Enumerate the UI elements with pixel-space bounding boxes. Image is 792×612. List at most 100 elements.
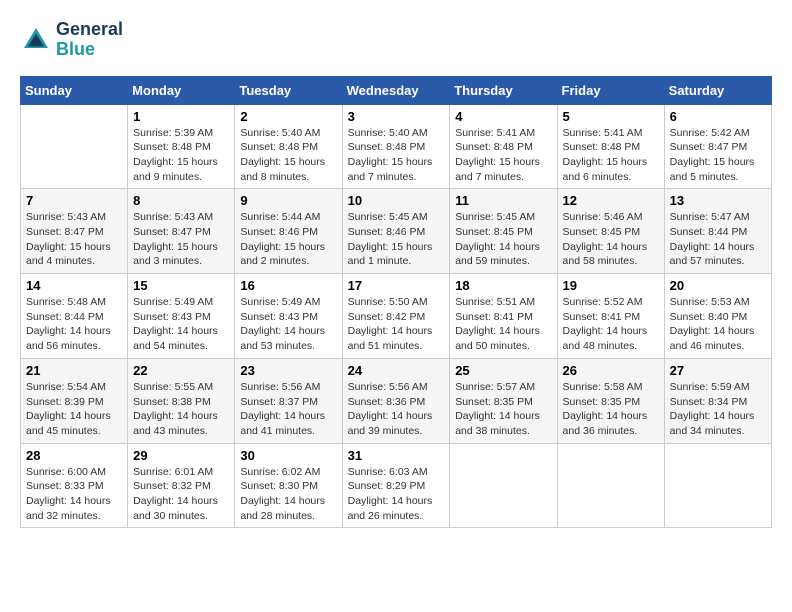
day-number: 24 bbox=[348, 363, 445, 378]
day-number: 27 bbox=[670, 363, 766, 378]
day-cell: 1Sunrise: 5:39 AM Sunset: 8:48 PM Daylig… bbox=[128, 104, 235, 189]
day-info: Sunrise: 5:42 AM Sunset: 8:47 PM Dayligh… bbox=[670, 126, 766, 185]
logo: General Blue bbox=[20, 20, 123, 60]
day-number: 16 bbox=[240, 278, 336, 293]
day-cell: 16 Sunrise: 5:49 AM Sunset: 8:43 PM Dayli… bbox=[235, 274, 342, 359]
day-number: 29 bbox=[133, 448, 229, 463]
day-cell bbox=[450, 443, 557, 528]
day-cell: 8 Sunrise: 5:43 AM Sunset: 8:47 PM Daylig… bbox=[128, 189, 235, 274]
day-number: 10 bbox=[348, 193, 445, 208]
day-cell: 18 Sunrise: 5:51 AM Sunset: 8:41 PM Dayli… bbox=[450, 274, 557, 359]
day-info: Sunrise: 5:54 AM Sunset: 8:39 PM Dayligh… bbox=[26, 380, 122, 439]
day-info: Sunrise: 5:50 AM Sunset: 8:42 PM Dayligh… bbox=[348, 295, 445, 354]
day-info: Sunrise: 5:59 AM Sunset: 8:34 PM Dayligh… bbox=[670, 380, 766, 439]
day-number: 25 bbox=[455, 363, 551, 378]
day-cell: 17Sunrise: 5:50 AM Sunset: 8:42 PM Dayli… bbox=[342, 274, 450, 359]
day-info: Sunrise: 5:53 AM Sunset: 8:40 PM Dayligh… bbox=[670, 295, 766, 354]
day-number: 13 bbox=[670, 193, 766, 208]
day-number: 4 bbox=[455, 109, 551, 124]
day-number: 18 bbox=[455, 278, 551, 293]
day-number: 11 bbox=[455, 193, 551, 208]
day-number: 23 bbox=[240, 363, 336, 378]
day-number: 6 bbox=[670, 109, 766, 124]
day-cell: 29 Sunrise: 6:01 AM Sunset: 8:32 PM Dayli… bbox=[128, 443, 235, 528]
day-cell: 11 Sunrise: 5:45 AM Sunset: 8:45 PM Dayli… bbox=[450, 189, 557, 274]
day-cell: 13 Sunrise: 5:47 AM Sunset: 8:44 PM Dayli… bbox=[664, 189, 771, 274]
page-header: General Blue bbox=[20, 20, 772, 60]
logo-text: General Blue bbox=[56, 20, 123, 60]
day-cell: 25 Sunrise: 5:57 AM Sunset: 8:35 PM Dayli… bbox=[450, 358, 557, 443]
day-info: Sunrise: 5:41 AM Sunset: 8:48 PM Dayligh… bbox=[455, 126, 551, 185]
day-info: Sunrise: 5:56 AM Sunset: 8:36 PM Dayligh… bbox=[348, 380, 445, 439]
week-row-4: 21 Sunrise: 5:54 AM Sunset: 8:39 PM Dayli… bbox=[21, 358, 772, 443]
day-info: Sunrise: 5:57 AM Sunset: 8:35 PM Dayligh… bbox=[455, 380, 551, 439]
day-info: Sunrise: 5:46 AM Sunset: 8:45 PM Dayligh… bbox=[563, 210, 659, 269]
day-number: 22 bbox=[133, 363, 229, 378]
day-info: Sunrise: 5:58 AM Sunset: 8:35 PM Dayligh… bbox=[563, 380, 659, 439]
day-cell: 4 Sunrise: 5:41 AM Sunset: 8:48 PM Daylig… bbox=[450, 104, 557, 189]
day-info: Sunrise: 5:44 AM Sunset: 8:46 PM Dayligh… bbox=[240, 210, 336, 269]
day-cell: 30 Sunrise: 6:02 AM Sunset: 8:30 PM Dayli… bbox=[235, 443, 342, 528]
day-cell: 6 Sunrise: 5:42 AM Sunset: 8:47 PM Daylig… bbox=[664, 104, 771, 189]
weekday-header-saturday: Saturday bbox=[664, 76, 771, 104]
weekday-header-row: SundayMondayTuesdayWednesdayThursdayFrid… bbox=[21, 76, 772, 104]
weekday-header-wednesday: Wednesday bbox=[342, 76, 450, 104]
day-info: Sunrise: 5:43 AM Sunset: 8:47 PM Dayligh… bbox=[133, 210, 229, 269]
day-info: Sunrise: 5:56 AM Sunset: 8:37 PM Dayligh… bbox=[240, 380, 336, 439]
day-cell: 27 Sunrise: 5:59 AM Sunset: 8:34 PM Dayli… bbox=[664, 358, 771, 443]
day-info: Sunrise: 5:49 AM Sunset: 8:43 PM Dayligh… bbox=[133, 295, 229, 354]
day-info: Sunrise: 5:47 AM Sunset: 8:44 PM Dayligh… bbox=[670, 210, 766, 269]
week-row-1: 1Sunrise: 5:39 AM Sunset: 8:48 PM Daylig… bbox=[21, 104, 772, 189]
day-info: Sunrise: 6:02 AM Sunset: 8:30 PM Dayligh… bbox=[240, 465, 336, 524]
day-number: 30 bbox=[240, 448, 336, 463]
weekday-header-monday: Monday bbox=[128, 76, 235, 104]
day-number: 3 bbox=[348, 109, 445, 124]
day-info: Sunrise: 5:43 AM Sunset: 8:47 PM Dayligh… bbox=[26, 210, 122, 269]
weekday-header-friday: Friday bbox=[557, 76, 664, 104]
weekday-header-sunday: Sunday bbox=[21, 76, 128, 104]
day-info: Sunrise: 5:39 AM Sunset: 8:48 PM Dayligh… bbox=[133, 126, 229, 185]
day-cell bbox=[21, 104, 128, 189]
day-cell: 22 Sunrise: 5:55 AM Sunset: 8:38 PM Dayli… bbox=[128, 358, 235, 443]
day-cell bbox=[557, 443, 664, 528]
day-info: Sunrise: 5:48 AM Sunset: 8:44 PM Dayligh… bbox=[26, 295, 122, 354]
day-cell: 23 Sunrise: 5:56 AM Sunset: 8:37 PM Dayli… bbox=[235, 358, 342, 443]
day-cell: 7Sunrise: 5:43 AM Sunset: 8:47 PM Daylig… bbox=[21, 189, 128, 274]
day-cell: 19Sunrise: 5:52 AM Sunset: 8:41 PM Dayli… bbox=[557, 274, 664, 359]
day-number: 31 bbox=[348, 448, 445, 463]
day-info: Sunrise: 5:45 AM Sunset: 8:46 PM Dayligh… bbox=[348, 210, 445, 269]
day-cell: 15Sunrise: 5:49 AM Sunset: 8:43 PM Dayli… bbox=[128, 274, 235, 359]
day-info: Sunrise: 5:55 AM Sunset: 8:38 PM Dayligh… bbox=[133, 380, 229, 439]
day-info: Sunrise: 6:03 AM Sunset: 8:29 PM Dayligh… bbox=[348, 465, 445, 524]
day-number: 21 bbox=[26, 363, 122, 378]
day-cell: 26 Sunrise: 5:58 AM Sunset: 8:35 PM Dayli… bbox=[557, 358, 664, 443]
day-number: 20 bbox=[670, 278, 766, 293]
day-cell: 9Sunrise: 5:44 AM Sunset: 8:46 PM Daylig… bbox=[235, 189, 342, 274]
day-cell: 14 Sunrise: 5:48 AM Sunset: 8:44 PM Dayli… bbox=[21, 274, 128, 359]
weekday-header-thursday: Thursday bbox=[450, 76, 557, 104]
day-info: Sunrise: 5:49 AM Sunset: 8:43 PM Dayligh… bbox=[240, 295, 336, 354]
day-info: Sunrise: 6:01 AM Sunset: 8:32 PM Dayligh… bbox=[133, 465, 229, 524]
day-cell: 3 Sunrise: 5:40 AM Sunset: 8:48 PM Daylig… bbox=[342, 104, 450, 189]
day-cell: 21 Sunrise: 5:54 AM Sunset: 8:39 PM Dayli… bbox=[21, 358, 128, 443]
day-info: Sunrise: 5:51 AM Sunset: 8:41 PM Dayligh… bbox=[455, 295, 551, 354]
day-info: Sunrise: 6:00 AM Sunset: 8:33 PM Dayligh… bbox=[26, 465, 122, 524]
day-number: 19 bbox=[563, 278, 659, 293]
day-info: Sunrise: 5:40 AM Sunset: 8:48 PM Dayligh… bbox=[240, 126, 336, 185]
day-number: 14 bbox=[26, 278, 122, 293]
day-cell: 24 Sunrise: 5:56 AM Sunset: 8:36 PM Dayli… bbox=[342, 358, 450, 443]
day-number: 28 bbox=[26, 448, 122, 463]
day-number: 8 bbox=[133, 193, 229, 208]
week-row-5: 28 Sunrise: 6:00 AM Sunset: 8:33 PM Dayli… bbox=[21, 443, 772, 528]
weekday-header-tuesday: Tuesday bbox=[235, 76, 342, 104]
day-info: Sunrise: 5:40 AM Sunset: 8:48 PM Dayligh… bbox=[348, 126, 445, 185]
day-cell: 12Sunrise: 5:46 AM Sunset: 8:45 PM Dayli… bbox=[557, 189, 664, 274]
day-info: Sunrise: 5:45 AM Sunset: 8:45 PM Dayligh… bbox=[455, 210, 551, 269]
day-cell bbox=[664, 443, 771, 528]
calendar-table: SundayMondayTuesdayWednesdayThursdayFrid… bbox=[20, 76, 772, 529]
day-cell: 2Sunrise: 5:40 AM Sunset: 8:48 PM Daylig… bbox=[235, 104, 342, 189]
week-row-2: 7Sunrise: 5:43 AM Sunset: 8:47 PM Daylig… bbox=[21, 189, 772, 274]
day-cell: 10 Sunrise: 5:45 AM Sunset: 8:46 PM Dayli… bbox=[342, 189, 450, 274]
day-number: 26 bbox=[563, 363, 659, 378]
logo-icon bbox=[20, 24, 52, 56]
